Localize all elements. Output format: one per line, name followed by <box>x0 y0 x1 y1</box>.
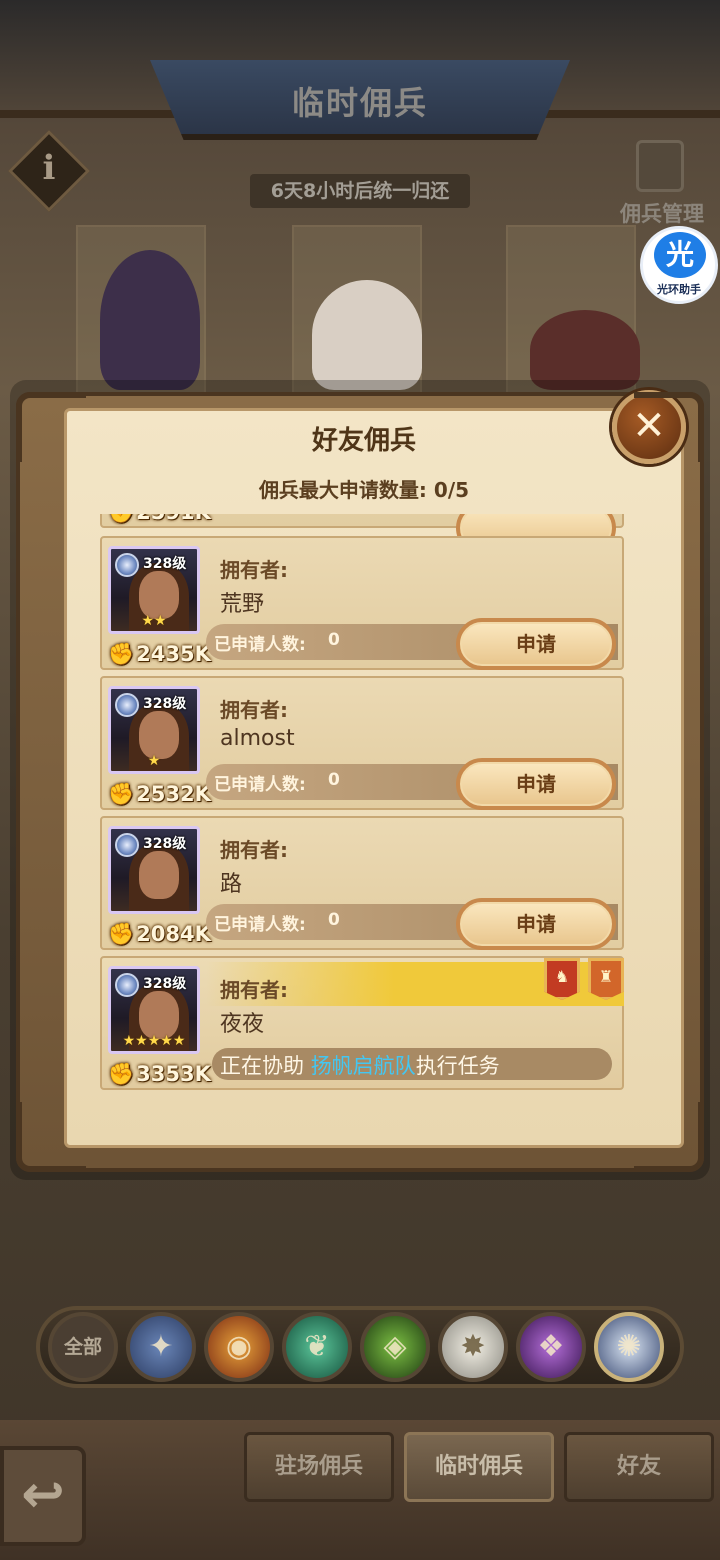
hero-portrait[interactable]: 328级 ★★★★★ <box>108 966 200 1054</box>
hero-portrait[interactable]: 328级 <box>108 826 200 914</box>
fist-icon: ✊ <box>108 514 134 524</box>
tab-temporary-mercenary[interactable]: 临时佣兵 <box>404 1432 554 1502</box>
apply-button[interactable]: 申请 <box>456 898 616 950</box>
applied-label: 已申请人数: <box>214 775 306 795</box>
fist-icon: ✊ <box>108 1062 135 1086</box>
apply-button[interactable]: 申请 <box>456 618 616 670</box>
wilder-icon: ❦ <box>304 1329 330 1364</box>
star-rating: ★★★★★ <box>122 1033 186 1049</box>
owner-name: 夜夜 <box>220 1012 265 1037</box>
flag-emblem-icon: ♜ <box>598 967 614 986</box>
page-title: 临时佣兵 <box>291 84 428 122</box>
hero-face <box>139 571 179 619</box>
frame-corner <box>634 1102 704 1172</box>
hero-portrait[interactable]: 328级 ★★ <box>108 546 200 634</box>
tab-friends[interactable]: 好友 <box>564 1432 714 1502</box>
fist-icon: ✊ <box>108 642 135 666</box>
hero-level: 328级 <box>143 976 187 992</box>
team-flag-icon: ♜ <box>588 958 624 1000</box>
assistant-logo-icon: 光 <box>654 232 706 278</box>
star-rating: ★★ <box>141 613 167 629</box>
flag-emblem-icon: ♞ <box>554 967 570 986</box>
power-value: ✊2591K <box>108 514 211 525</box>
info-icon: i <box>42 148 56 188</box>
applied-count: 0 <box>328 910 340 930</box>
owner-label: 拥有者: <box>220 978 288 1002</box>
power-value: ✊2084K <box>108 922 211 946</box>
hero-portrait[interactable]: 328级 ★ <box>108 686 200 774</box>
power-value: ✊2435K <box>108 642 211 666</box>
owner-name: almost <box>220 726 295 751</box>
dimensional-icon: ✺ <box>616 1329 642 1364</box>
assistant-label: 光环助手 <box>657 283 701 296</box>
owner-name: 路 <box>220 872 243 897</box>
list-item: 328级 ★ ✊2532K 拥有者: almost 已申请人数: 0 申请 <box>100 676 624 810</box>
hero-level: 328级 <box>143 836 187 852</box>
frame-corner <box>634 392 704 462</box>
faction-icon <box>115 833 139 857</box>
mercenary-manage-icon[interactable] <box>636 140 684 192</box>
applied-label: 已申请人数: <box>214 915 306 935</box>
graveborn-icon: ◈ <box>383 1329 407 1364</box>
return-countdown: 6天8小时后统一归还 <box>250 174 470 208</box>
mercenary-manage-button[interactable]: 佣兵管理 <box>612 198 712 228</box>
hero-figure-twins <box>312 280 422 390</box>
faction-icon <box>115 693 139 717</box>
owner-name: 荒野 <box>220 592 265 617</box>
hero-figure-dark <box>100 250 200 390</box>
assist-status-text: 正在协助 扬帆启航队执行任务 <box>220 1054 500 1078</box>
hero-level: 328级 <box>143 556 187 572</box>
fist-icon: ✊ <box>108 922 135 946</box>
applied-count: 0 <box>328 770 340 790</box>
assist-team-name: 扬帆启航队 <box>310 1054 416 1078</box>
modal-title: 好友佣兵 <box>311 426 416 456</box>
owner-label: 拥有者: <box>220 558 288 582</box>
list-item: 328级 ★★ ✊2435K 拥有者: 荒野 已申请人数: 0 申请 <box>100 536 624 670</box>
list-item: 328级 ✊2084K 拥有者: 路 已申请人数: 0 申请 <box>100 816 624 950</box>
applied-label: 已申请人数: <box>214 635 306 655</box>
hero-figure-beast <box>530 310 640 390</box>
lightbearer-icon: ✦ <box>148 1329 174 1364</box>
power-value: ✊2532K <box>108 782 211 806</box>
power-value: ✊3353K <box>108 1062 211 1086</box>
frame-corner <box>16 1102 86 1172</box>
faction-icon <box>115 553 139 577</box>
applied-count: 0 <box>328 630 340 650</box>
back-button[interactable]: ↩ <box>0 1446 86 1546</box>
list-item: ✊2591K <box>100 514 624 554</box>
hero-face <box>139 991 179 1039</box>
fist-icon: ✊ <box>108 782 135 806</box>
celestial-icon: ✸ <box>460 1329 486 1364</box>
list-item: ♞ ♜ 328级 ★★★★★ ✊3353K 拥有者: 夜夜 正在协助 扬帆启航队… <box>100 956 624 1090</box>
star-rating: ★ <box>147 753 161 769</box>
mercenary-list[interactable]: ✊2591K 328级 ★★ ✊2435K 拥有者: 荒野 已申请人数: 0 申… <box>100 514 626 1100</box>
tab-resident-mercenary[interactable]: 驻场佣兵 <box>244 1432 394 1502</box>
max-apply-count: 佣兵最大申请数量: 0/5 <box>258 478 470 502</box>
mauler-icon: ◉ <box>225 1329 253 1364</box>
team-flag-icon: ♞ <box>544 958 580 1000</box>
hero-level: 328级 <box>143 696 187 712</box>
owner-label: 拥有者: <box>220 698 288 722</box>
hypogean-icon: ❖ <box>537 1329 565 1364</box>
apply-button[interactable]: 申请 <box>456 758 616 810</box>
hero-face <box>139 851 179 899</box>
faction-icon <box>115 973 139 997</box>
filter-all-button[interactable]: 全部 <box>48 1312 118 1382</box>
hero-face <box>139 711 179 759</box>
owner-label: 拥有者: <box>220 838 288 862</box>
